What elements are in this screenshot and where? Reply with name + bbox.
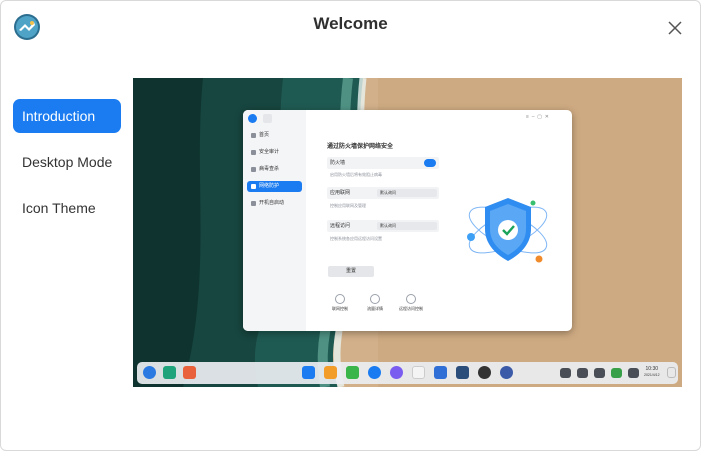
multitask-icon[interactable] <box>163 366 176 379</box>
security-app-window: 首页 安全审计 病毒查杀 网络防护 开机自启动 ≡ – ▢ ✕ 通过防火墙保护网… <box>243 110 572 331</box>
dock: 10:30 2021/4/12 <box>137 362 678 384</box>
app-main: ≡ – ▢ ✕ 通过防火墙保护网络安全 防火墙 启用防火墙后将有效阻止病毒 应用… <box>313 110 572 331</box>
tray-icon[interactable] <box>628 368 639 378</box>
firewall-desc: 启用防火墙后将有效阻止病毒 <box>330 172 382 177</box>
remote-access-desc: 控制系统各应用远程访问设置 <box>330 236 382 241</box>
window-controls-icon[interactable]: ≡ – ▢ ✕ <box>526 114 549 120</box>
battery-icon[interactable] <box>611 368 622 378</box>
app-store-icon[interactable] <box>324 366 337 379</box>
welcome-window: Welcome Introduction Desktop Mode Icon T… <box>0 0 701 451</box>
footer-item[interactable]: 流量详情 <box>355 294 395 312</box>
camera-icon[interactable] <box>478 366 491 379</box>
app-sidebar-item[interactable]: 首页 <box>247 130 302 141</box>
remote-access-row: 远程访问 默认询问 <box>327 220 439 232</box>
app-sidebar-item[interactable]: 开机自启动 <box>247 198 302 209</box>
document-icon[interactable] <box>434 366 447 379</box>
nav-item-introduction[interactable]: Introduction <box>13 99 121 133</box>
launcher-icon[interactable] <box>143 366 156 379</box>
remote-access-select[interactable]: 默认询问 <box>377 222 437 230</box>
browser-icon[interactable] <box>390 366 403 379</box>
startup-icon <box>251 201 256 206</box>
window-title: Welcome <box>313 14 388 33</box>
reset-button[interactable]: 重置 <box>328 266 374 277</box>
calendar-icon[interactable] <box>412 366 425 379</box>
image-viewer-icon[interactable] <box>456 366 469 379</box>
audit-icon <box>251 150 256 155</box>
traffic-icon <box>370 294 380 304</box>
app-network-desc: 控制应用联网及管理 <box>330 203 366 208</box>
app-sidebar-item[interactable]: 安全审计 <box>247 147 302 158</box>
app-sidebar-item[interactable]: 网络防护 <box>247 181 302 192</box>
home-icon <box>251 133 256 138</box>
shield-logo-icon <box>248 114 257 123</box>
tray-icon[interactable] <box>594 368 605 378</box>
dock-clock[interactable]: 10:30 2021/4/12 <box>644 366 660 378</box>
security-icon[interactable] <box>368 366 381 379</box>
tray-icon[interactable] <box>560 368 571 378</box>
workspace-icon[interactable] <box>183 366 196 379</box>
remote-control-icon <box>406 294 416 304</box>
close-icon[interactable] <box>665 18 685 38</box>
app-network-select[interactable]: 默认询问 <box>377 189 437 197</box>
introduction-preview-image: 首页 安全审计 病毒查杀 网络防护 开机自启动 ≡ – ▢ ✕ 通过防火墙保护网… <box>133 78 682 387</box>
footer-item[interactable]: 联网控制 <box>320 294 360 312</box>
nav-item-icon-theme[interactable]: Icon Theme <box>13 191 121 225</box>
network-icon <box>251 184 256 189</box>
app-network-row: 应用联网 默认询问 <box>327 187 439 199</box>
security-shield-illustration <box>467 198 548 263</box>
sidebar-nav: Introduction Desktop Mode Icon Theme <box>13 99 121 237</box>
footer-item[interactable]: 远程访问控制 <box>391 294 431 312</box>
app-sidebar-item[interactable]: 病毒查杀 <box>247 164 302 175</box>
firewall-row: 防火墙 <box>327 157 439 169</box>
virus-icon <box>251 167 256 172</box>
app-heading: 通过防火墙保护网络安全 <box>327 144 394 150</box>
network-control-icon <box>335 294 345 304</box>
nav-item-desktop-mode[interactable]: Desktop Mode <box>13 145 121 179</box>
music-icon[interactable] <box>346 366 359 379</box>
app-sidebar: 首页 安全审计 病毒查杀 网络防护 开机自启动 <box>243 110 306 331</box>
settings-icon[interactable] <box>500 366 513 379</box>
firewall-toggle[interactable] <box>424 159 436 167</box>
tray-icon[interactable] <box>577 368 588 378</box>
back-icon[interactable] <box>263 114 272 123</box>
notification-icon[interactable] <box>667 367 676 378</box>
file-manager-icon[interactable] <box>302 366 315 379</box>
